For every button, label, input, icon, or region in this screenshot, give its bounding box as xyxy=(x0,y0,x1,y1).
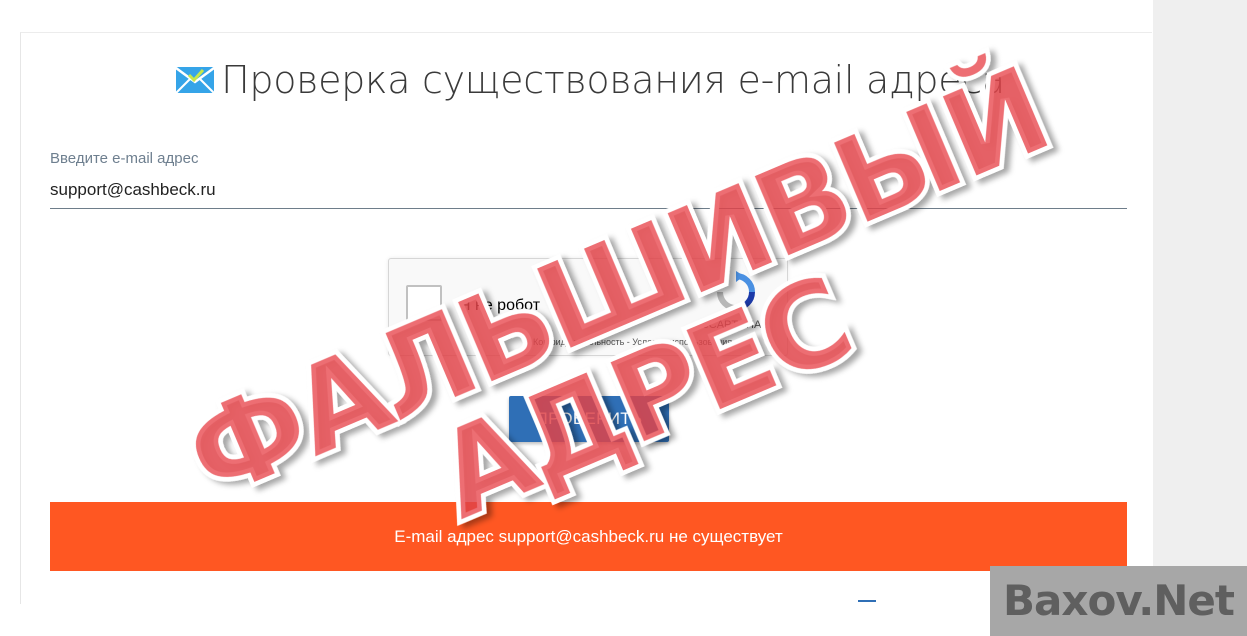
recaptcha-logo-icon xyxy=(715,271,757,313)
recaptcha-checkbox[interactable] xyxy=(406,285,442,321)
check-button[interactable]: ПРОВЕРИТЬ xyxy=(509,396,669,442)
recaptcha-checkbox-label: Я не робот xyxy=(459,297,541,314)
page-title-text: Проверка существования e-mail адреса xyxy=(221,58,1005,102)
site-watermark: Baxov.Net xyxy=(990,566,1247,636)
email-field-label: Введите e-mail адрес xyxy=(50,150,199,167)
email-field[interactable]: support@cashbeck.ru xyxy=(50,180,216,200)
recaptcha-links[interactable]: Конфиденциальность - Условия использован… xyxy=(533,337,732,347)
envelope-check-icon xyxy=(175,60,215,104)
scroll-indicator xyxy=(858,600,876,602)
page-title: Проверка существования e-mail адреса xyxy=(0,58,1180,104)
result-error-banner: E-mail адрес support@cashbeck.ru не суще… xyxy=(50,502,1127,571)
recaptcha-brand: reCAPTCHA xyxy=(699,319,762,331)
email-field-underline xyxy=(50,208,1127,209)
recaptcha-widget: Я не робот reCAPTCHA Конфиденциальность … xyxy=(388,258,788,356)
